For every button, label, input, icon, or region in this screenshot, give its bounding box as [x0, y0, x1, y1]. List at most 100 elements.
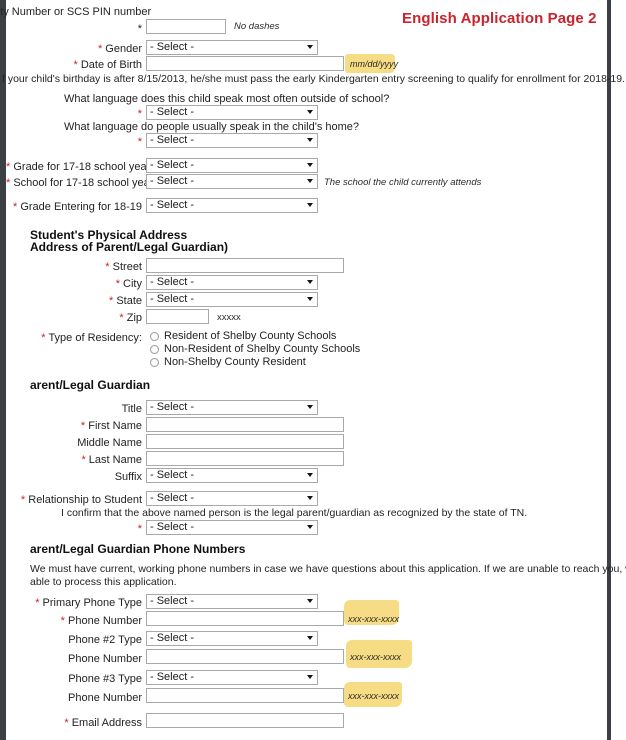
chevron-down-icon: [307, 675, 313, 679]
grade-17-18-value: - Select -: [150, 159, 195, 171]
language-home-select[interactable]: - Select -: [146, 133, 318, 148]
suffix-select[interactable]: - Select -: [146, 468, 318, 483]
grade-entering-select[interactable]: - Select -: [146, 198, 318, 213]
phone3-number-input[interactable]: [146, 688, 344, 703]
relationship-value: - Select -: [150, 492, 195, 504]
dob-input[interactable]: [146, 56, 344, 71]
state-label-text: State: [116, 295, 142, 307]
primary-phone-type-required-mark: *: [35, 597, 40, 609]
dob-hint: mm/dd/yyyy: [350, 59, 399, 69]
last-name-input[interactable]: [146, 451, 344, 466]
primary-phone-type-label: * Primary Phone Type: [6, 595, 142, 611]
email-input[interactable]: [146, 713, 344, 728]
grade-17-18-label: * Grade for 17-18 school year: [6, 159, 150, 175]
gender-label-text: Gender: [105, 43, 142, 55]
middle-name-input[interactable]: [146, 434, 344, 449]
address-heading-line2: Address of Parent/Legal Guardian): [30, 240, 229, 254]
chevron-down-icon: [307, 405, 313, 409]
residency-option-2-label: Non-Shelby County Resident: [164, 356, 306, 368]
grade-17-18-label-text: Grade for 17-18 school year: [13, 161, 151, 173]
phone2-type-select[interactable]: - Select -: [146, 631, 318, 646]
street-input[interactable]: [146, 258, 344, 273]
phone2-number-label: Phone Number: [68, 653, 142, 665]
page-title: English Application Page 2: [402, 10, 597, 27]
chevron-down-icon: [307, 203, 313, 207]
zip-label-text: Zip: [126, 312, 142, 324]
state-select[interactable]: - Select -: [146, 292, 318, 307]
phones-heading: arent/Legal Guardian Phone Numbers: [30, 542, 246, 556]
state-required-mark: *: [108, 295, 114, 307]
gender-select[interactable]: - Select -: [146, 40, 318, 55]
chevron-down-icon: [307, 179, 313, 183]
guardian-confirm-select[interactable]: - Select -: [146, 520, 318, 535]
gender-label: * Gender: [6, 41, 142, 57]
city-required-mark: *: [115, 278, 120, 290]
primary-phone-hint: xxx-xxx-xxxx: [348, 614, 399, 624]
phone3-number-label: Phone Number: [68, 692, 142, 704]
primary-phone-type-value: - Select -: [150, 595, 195, 607]
school-17-18-label-text: School for 17-18 school year: [13, 177, 154, 189]
primary-phone-number-input[interactable]: [146, 611, 344, 626]
guardian-heading: arent/Legal Guardian: [30, 378, 151, 392]
language-home-value: - Select -: [150, 134, 195, 146]
zip-label: * Zip: [6, 310, 142, 326]
primary-phone-number-label-text: Phone Number: [68, 615, 142, 627]
school-17-18-select[interactable]: - Select -: [146, 174, 318, 189]
residency-label: * Type of Residency:: [6, 330, 142, 346]
chevron-down-icon: [307, 163, 313, 167]
relationship-label-text: Relationship to Student: [28, 494, 142, 506]
first-name-required-mark: *: [80, 420, 86, 432]
chevron-down-icon: [307, 110, 313, 114]
first-name-input[interactable]: [146, 417, 344, 432]
chevron-down-icon: [307, 297, 313, 301]
school-17-18-required-mark: *: [6, 177, 11, 189]
relationship-required-mark: *: [20, 494, 26, 506]
chevron-down-icon: [307, 280, 313, 284]
phone3-type-label: Phone #3 Type: [68, 673, 142, 685]
phone2-type-label: Phone #2 Type: [68, 634, 142, 646]
residency-radio-2[interactable]: [150, 358, 159, 367]
chevron-down-icon: [307, 496, 313, 500]
guardian-confirm-note: I confirm that the above named person is…: [61, 507, 528, 519]
primary-phone-type-select[interactable]: - Select -: [146, 594, 318, 609]
guardian-title-select[interactable]: - Select -: [146, 400, 318, 415]
gender-select-value: - Select -: [150, 41, 195, 53]
application-page: English Application Page 2 Social Securi…: [0, 0, 626, 740]
zip-input[interactable]: [146, 309, 209, 324]
grade-17-18-select[interactable]: - Select -: [146, 158, 318, 173]
last-name-required-mark: *: [81, 454, 86, 466]
form-paper: English Application Page 2 Social Securi…: [0, 0, 626, 740]
first-name-label-text: First Name: [88, 420, 142, 432]
residency-radio-1[interactable]: [150, 345, 159, 354]
phone3-hint: xxx-xxx-xxxx: [348, 691, 399, 701]
zip-hint: xxxxx: [217, 312, 241, 323]
city-label: * City: [6, 276, 142, 292]
residency-radio-0[interactable]: [150, 332, 159, 341]
relationship-select[interactable]: - Select -: [146, 491, 318, 506]
guardian-title-label: Title: [121, 403, 142, 415]
ssn-input[interactable]: [146, 19, 226, 34]
dob-label-text: Date of Birth: [80, 59, 142, 71]
chevron-down-icon: [307, 525, 313, 529]
email-label: * Email Address: [6, 715, 142, 731]
email-required-mark: *: [64, 717, 69, 729]
primary-phone-number-required-mark: *: [60, 615, 65, 627]
ssn-required-mark: *: [137, 23, 142, 35]
residency-required-mark: *: [41, 332, 46, 344]
residency-label-text: Type of Residency:: [48, 332, 142, 344]
grade-entering-required-mark: *: [12, 201, 18, 213]
last-name-label-text: Last Name: [88, 454, 142, 466]
primary-phone-number-label: * Phone Number: [6, 613, 142, 629]
kindergarten-note: f your child's birthday is after 8/15/20…: [2, 73, 626, 85]
page-gutter-right: [607, 0, 611, 740]
ssn-hint: No dashes: [234, 21, 280, 32]
guardian-confirm-value: - Select -: [150, 521, 195, 533]
phone3-type-select[interactable]: - Select -: [146, 670, 318, 685]
state-select-value: - Select -: [150, 293, 195, 305]
language-outside-select[interactable]: - Select -: [146, 105, 318, 120]
phone3-type-value: - Select -: [150, 671, 195, 683]
city-select[interactable]: - Select -: [146, 275, 318, 290]
phone2-number-input[interactable]: [146, 649, 344, 664]
school-17-18-hint: The school the child currently attends: [324, 177, 482, 188]
school-17-18-value: - Select -: [150, 175, 195, 187]
